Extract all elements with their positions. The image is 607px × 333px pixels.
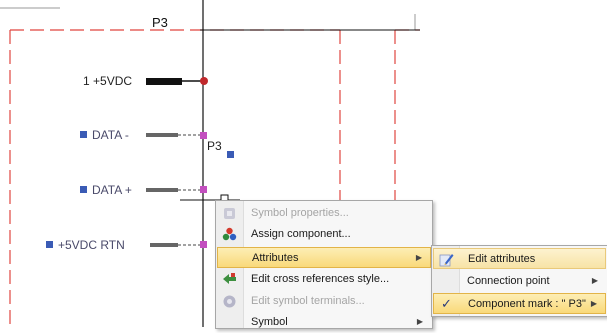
cross-reference-icon <box>223 273 236 284</box>
menu-item-label: Component mark : " P3" <box>468 298 586 310</box>
menu-item-edit-symbol-terminals[interactable]: Edit symbol terminals... <box>217 291 431 312</box>
part-title: P3 <box>152 15 168 30</box>
pin-3-node[interactable] <box>200 186 207 193</box>
pin-3-label: DATA + <box>92 183 132 197</box>
submenu-arrow-icon: ▶ <box>590 299 597 308</box>
menu-item-label: Symbol <box>251 316 288 328</box>
pin-4-node[interactable] <box>200 241 207 248</box>
pin-4-hatch <box>150 243 178 247</box>
properties-icon <box>224 208 235 219</box>
menu-item-label: Edit attributes <box>468 253 536 265</box>
menu-item-label: Symbol properties... <box>251 207 349 219</box>
menu-item-label: Attributes <box>252 252 299 264</box>
menu-item-attributes[interactable]: Attributes ▶ <box>217 247 431 268</box>
edit-pencil-icon <box>439 254 454 267</box>
pin-1-number: 1 <box>83 74 90 88</box>
pin-3-marker[interactable] <box>80 186 87 193</box>
attributes-submenu: Edit attributes Connection point ▶ ✓ Com… <box>431 245 607 317</box>
assign-component-icon <box>222 227 237 241</box>
menu-item-label: Assign component... <box>251 228 351 240</box>
menu-item-symbol-properties[interactable]: Symbol properties... <box>217 203 431 224</box>
menu-item-edit-cross-references-style[interactable]: Edit cross references style... <box>217 269 431 290</box>
pin-1-name: +5VDC <box>93 74 133 88</box>
submenu-arrow-icon: ▶ <box>591 276 598 285</box>
checkmark-icon: ✓ <box>441 296 452 311</box>
pin-2-marker[interactable] <box>80 131 87 138</box>
component-mark-label[interactable]: P3 <box>207 139 222 153</box>
menu-item-label: Edit cross references style... <box>251 273 390 285</box>
pin-1-node[interactable] <box>200 77 208 85</box>
pin-1-bar <box>146 78 182 85</box>
submenu-arrow-icon: ▶ <box>415 253 422 262</box>
pin-1-label: 1 +5VDC <box>83 74 132 88</box>
sheet-edge <box>0 7 416 30</box>
pin-4-label: +5VDC RTN <box>58 238 125 252</box>
context-menu: Symbol properties... Assign component...… <box>215 200 433 329</box>
menu-item-symbol[interactable]: Symbol ▶ <box>217 312 431 333</box>
pin-4-marker[interactable] <box>46 241 53 248</box>
terminals-icon <box>223 295 236 308</box>
menu-item-edit-attributes[interactable]: Edit attributes <box>433 248 606 269</box>
pin-2-node[interactable] <box>200 132 207 139</box>
menu-item-label: Connection point <box>467 275 550 287</box>
menu-item-connection-point[interactable]: Connection point ▶ <box>433 271 606 292</box>
pin-3-hatch <box>146 188 178 192</box>
menu-item-component-mark[interactable]: ✓ Component mark : " P3" ▶ <box>433 293 606 314</box>
pin-2-end-marker[interactable] <box>227 151 234 158</box>
pin-2-hatch <box>146 133 178 137</box>
submenu-arrow-icon: ▶ <box>416 317 423 326</box>
menu-item-assign-component[interactable]: Assign component... <box>217 224 431 245</box>
menu-item-label: Edit symbol terminals... <box>251 295 365 307</box>
pin-2-label: DATA - <box>92 128 129 142</box>
